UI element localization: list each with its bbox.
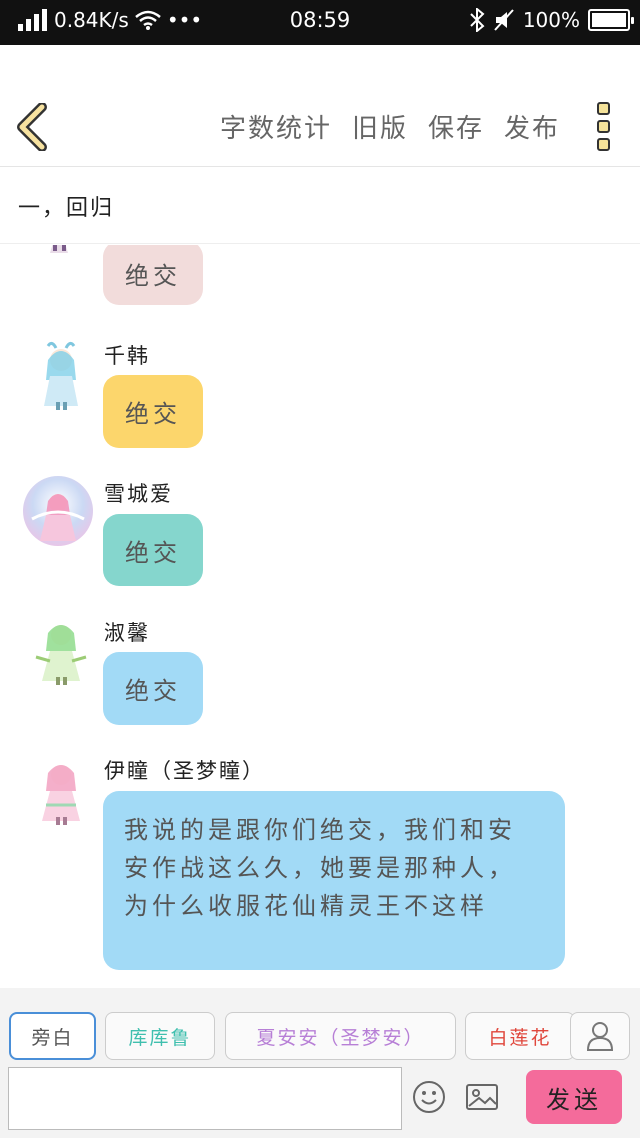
character-chip-label: 白莲花 bbox=[488, 1026, 552, 1049]
chat-bubble[interactable]: 绝交 bbox=[103, 375, 203, 448]
character-chip-bailianhua[interactable]: 白莲花 bbox=[465, 1012, 575, 1060]
chat-bubble[interactable]: 绝交 bbox=[103, 652, 203, 725]
character-chip-narrator[interactable]: 旁白 bbox=[9, 1012, 96, 1060]
image-icon[interactable] bbox=[465, 1080, 499, 1114]
character-avatar[interactable] bbox=[30, 617, 92, 689]
publish-button[interactable]: 发布 bbox=[504, 108, 560, 145]
user-icon bbox=[587, 1022, 613, 1051]
battery-percent: 100% bbox=[522, 8, 580, 32]
editor-header: 字数统计 旧版 保存 发布 bbox=[0, 45, 640, 167]
character-avatar[interactable] bbox=[22, 475, 94, 547]
status-bar: 0.84K/s ••• 08:59 100% bbox=[0, 0, 640, 45]
character-chip-label: 旁白 bbox=[31, 1026, 74, 1049]
more-vertical-icon[interactable] bbox=[597, 102, 613, 156]
message-text: 绝交 bbox=[125, 538, 181, 567]
save-button[interactable]: 保存 bbox=[428, 108, 484, 145]
old-version-button[interactable]: 旧版 bbox=[352, 108, 408, 145]
character-chip-xia-anan[interactable]: 夏安安（圣梦安） bbox=[225, 1012, 456, 1060]
send-button[interactable]: 发送 bbox=[526, 1070, 622, 1124]
emoji-icon[interactable] bbox=[412, 1080, 446, 1114]
character-avatar bbox=[50, 245, 68, 253]
word-count-button[interactable]: 字数统计 bbox=[220, 108, 332, 145]
character-avatar[interactable] bbox=[30, 340, 92, 412]
header-actions: 字数统计 旧版 保存 发布 bbox=[220, 108, 560, 145]
select-character-button[interactable] bbox=[570, 1012, 630, 1060]
character-chip-label: 夏安安（圣梦安） bbox=[256, 1026, 425, 1049]
character-name: 千韩 bbox=[104, 344, 150, 368]
message-text: 绝交 bbox=[125, 400, 181, 428]
chapter-bar[interactable]: 一，回归 bbox=[0, 168, 640, 244]
mute-icon bbox=[494, 9, 514, 31]
chat-bubble[interactable]: 我说的是跟你们绝交，我们和安安作战这么久，她要是那种人，为什么收服花仙精灵王不这… bbox=[103, 791, 565, 970]
message-input[interactable] bbox=[8, 1067, 402, 1130]
chapter-title: 一，回归 bbox=[18, 196, 115, 221]
character-chip-label: 库库鲁 bbox=[128, 1026, 192, 1049]
character-name: 伊瞳（圣梦瞳） bbox=[104, 759, 265, 783]
chat-bubble[interactable]: 绝交 bbox=[103, 514, 203, 586]
character-name: 雪城爱 bbox=[104, 482, 173, 506]
character-avatar[interactable] bbox=[30, 757, 92, 829]
battery-icon bbox=[588, 9, 634, 31]
chevron-left-icon[interactable] bbox=[14, 103, 54, 151]
message-text: 绝交 bbox=[125, 261, 181, 290]
message-text: 我说的是跟你们绝交，我们和安安作战这么久，她要是那种人，为什么收服花仙精灵王不这… bbox=[124, 816, 516, 920]
character-name: 淑馨 bbox=[104, 621, 150, 645]
composer-panel: 旁白 库库鲁 夏安安（圣梦安） 白莲花 发送 bbox=[0, 988, 640, 1138]
bluetooth-icon bbox=[470, 8, 485, 32]
character-chip-kukulu[interactable]: 库库鲁 bbox=[105, 1012, 215, 1060]
send-button-label: 发送 bbox=[546, 1085, 602, 1114]
chat-list[interactable]: 绝交 千韩 绝交 雪城爱 绝交 淑馨 绝交 伊瞳（圣梦瞳） 我说的是跟你们绝交，… bbox=[0, 245, 640, 987]
message-text: 绝交 bbox=[125, 677, 181, 705]
chat-bubble[interactable]: 绝交 bbox=[103, 245, 203, 305]
